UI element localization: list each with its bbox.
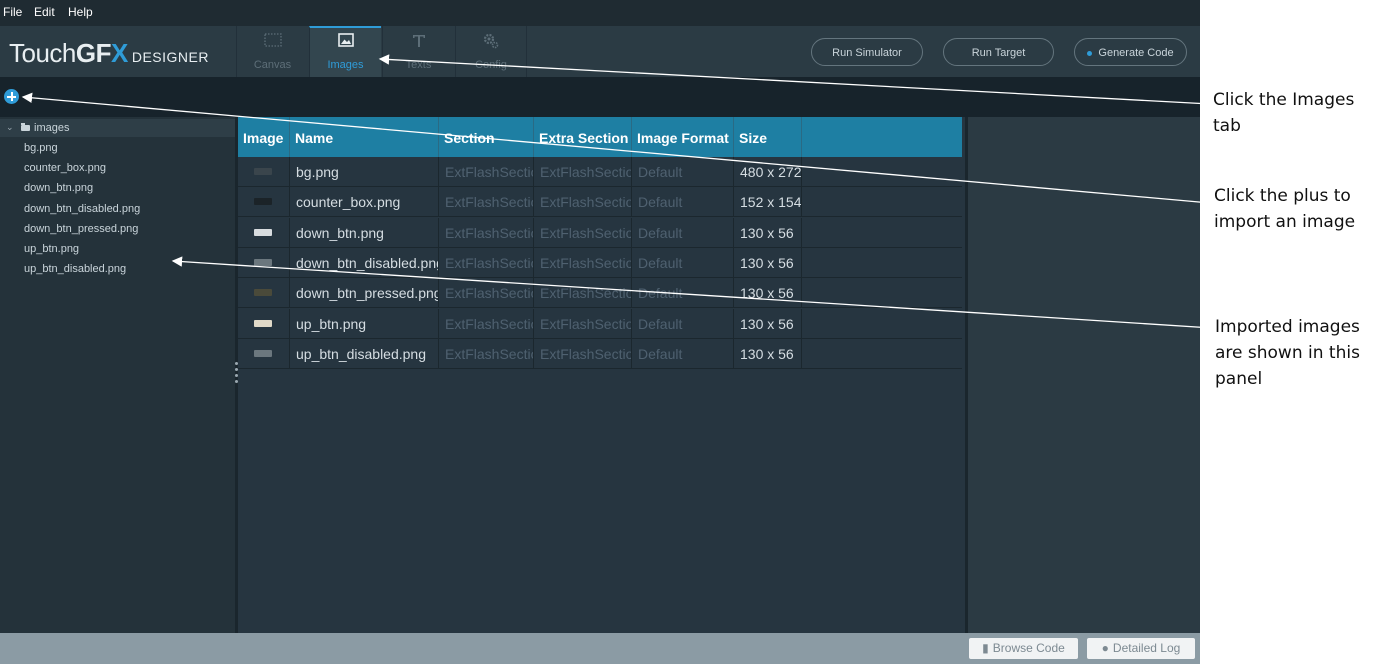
arrow-to-plus <box>21 92 1211 204</box>
arrow-to-panel <box>171 256 1213 329</box>
annotation-arrows <box>21 54 1213 329</box>
arrow-to-images-tab <box>378 54 1211 105</box>
